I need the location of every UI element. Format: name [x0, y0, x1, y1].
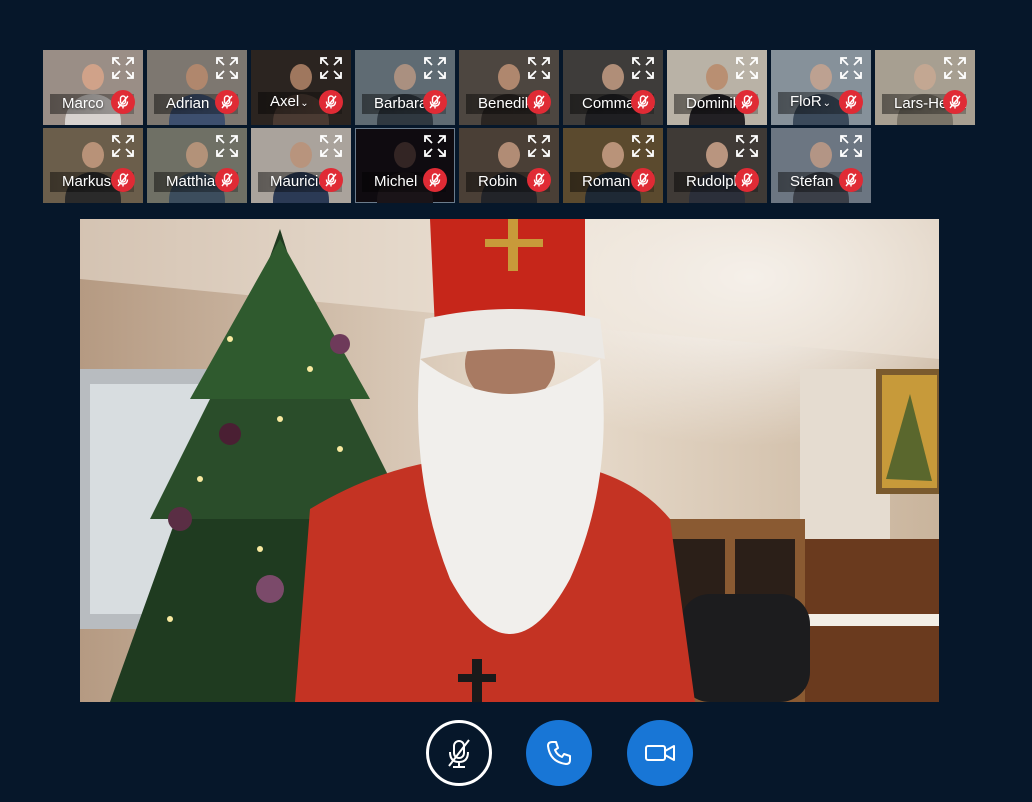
- participant-name-text: Axel: [270, 93, 300, 110]
- mute-microphone-button[interactable]: [426, 720, 492, 786]
- video-conference-app: MarcoAdrianAxel⌄BarbaraBenediktCommander…: [0, 0, 1032, 802]
- participant-tile[interactable]: Dominik: [667, 50, 767, 125]
- participant-face: [706, 142, 728, 168]
- participant-face: [394, 64, 416, 90]
- expand-icon[interactable]: [422, 55, 448, 81]
- participant-tile[interactable]: Marco: [43, 50, 143, 125]
- participant-name-text: Roman: [582, 173, 631, 190]
- participant-tile[interactable]: Axel⌄: [251, 50, 351, 125]
- participant-name-text: Marco: [62, 95, 104, 112]
- participant-face: [290, 142, 312, 168]
- participant-face: [810, 142, 832, 168]
- call-controls: [0, 720, 1032, 786]
- video-camera-icon: [645, 745, 675, 761]
- participant-face: [186, 142, 208, 168]
- microphone-muted-icon: [735, 90, 759, 114]
- participant-tile[interactable]: Mauricio: [251, 128, 351, 203]
- participant-name-text: Stefan: [790, 173, 834, 190]
- microphone-muted-icon: [111, 90, 135, 114]
- participant-name-text: Adrian: [166, 95, 210, 112]
- participant-face: [498, 142, 520, 168]
- microphone-muted-icon: [319, 168, 343, 192]
- microphone-muted-icon: [527, 90, 551, 114]
- participant-row: MarcoAdrianAxel⌄BarbaraBenediktCommander…: [43, 50, 979, 125]
- expand-icon[interactable]: [318, 133, 344, 159]
- microphone-muted-icon: [839, 90, 863, 114]
- participant-tile[interactable]: Lars-Hendrik: [875, 50, 975, 125]
- main-speaker-video[interactable]: [80, 219, 939, 702]
- participant-name-text: Rudolph: [686, 173, 742, 190]
- participant-face: [82, 64, 104, 90]
- participant-name-text: Markus: [62, 173, 112, 190]
- participant-tile[interactable]: FloR⌄: [771, 50, 871, 125]
- microphone-muted-icon: [111, 168, 135, 192]
- participant-face: [810, 64, 832, 90]
- expand-icon[interactable]: [942, 55, 968, 81]
- participant-face: [914, 64, 936, 90]
- participant-name-text: FloR: [790, 93, 822, 110]
- expand-icon[interactable]: [630, 133, 656, 159]
- participant-face: [602, 142, 624, 168]
- participant-tile[interactable]: Adrian: [147, 50, 247, 125]
- microphone-muted-icon: [631, 168, 655, 192]
- participant-face: [290, 64, 312, 90]
- participant-tile[interactable]: Rudolph: [667, 128, 767, 203]
- participant-face: [706, 64, 728, 90]
- microphone-muted-icon: [215, 168, 239, 192]
- leave-call-button[interactable]: [526, 720, 592, 786]
- participant-tile[interactable]: Roman: [563, 128, 663, 203]
- expand-icon[interactable]: [110, 133, 136, 159]
- participant-face: [498, 64, 520, 90]
- microphone-muted-icon: [215, 90, 239, 114]
- participant-tile[interactable]: Markus: [43, 128, 143, 203]
- expand-icon[interactable]: [734, 133, 760, 159]
- expand-icon[interactable]: [526, 55, 552, 81]
- participant-strip: MarcoAdrianAxel⌄BarbaraBenediktCommander…: [43, 50, 979, 206]
- participant-name-text: Dominik: [686, 95, 741, 112]
- speaker-video-frame: [80, 219, 939, 702]
- participant-name-text: Barbara: [374, 95, 428, 112]
- participant-tile[interactable]: Stefan: [771, 128, 871, 203]
- expand-icon[interactable]: [734, 55, 760, 81]
- participant-name-text: Robin: [478, 173, 518, 190]
- expand-icon[interactable]: [526, 133, 552, 159]
- microphone-off-icon: [448, 739, 470, 768]
- participant-face: [82, 142, 104, 168]
- participant-tile[interactable]: Barbara: [355, 50, 455, 125]
- microphone-muted-icon: [423, 90, 447, 114]
- participant-tile[interactable]: Michel: [355, 128, 455, 203]
- microphone-muted-icon: [631, 90, 655, 114]
- microphone-muted-icon: [839, 168, 863, 192]
- participant-name-text: Michel: [374, 173, 418, 190]
- microphone-muted-icon: [527, 168, 551, 192]
- expand-icon[interactable]: [838, 133, 864, 159]
- toggle-camera-button[interactable]: [627, 720, 693, 786]
- microphone-muted-icon: [943, 90, 967, 114]
- participant-face: [186, 64, 208, 90]
- microphone-muted-icon: [423, 168, 447, 192]
- participant-tile[interactable]: Matthias: [147, 128, 247, 203]
- chevron-down-icon[interactable]: ⌄: [823, 98, 831, 109]
- participant-tile[interactable]: Commander: [563, 50, 663, 125]
- expand-icon[interactable]: [838, 55, 864, 81]
- participant-face: [602, 64, 624, 90]
- phone-icon: [547, 741, 571, 765]
- expand-icon[interactable]: [422, 133, 448, 159]
- participant-tile[interactable]: Benedikt: [459, 50, 559, 125]
- expand-icon[interactable]: [318, 55, 344, 81]
- expand-icon[interactable]: [110, 55, 136, 81]
- participant-row: Markus Matthias Mauricio Michel Robin Roman Ru…: [43, 128, 979, 203]
- chevron-down-icon[interactable]: ⌄: [300, 98, 308, 109]
- participant-tile[interactable]: Robin: [459, 128, 559, 203]
- microphone-muted-icon: [319, 90, 343, 114]
- expand-icon[interactable]: [630, 55, 656, 81]
- participant-face: [394, 142, 416, 168]
- microphone-muted-icon: [735, 168, 759, 192]
- expand-icon[interactable]: [214, 133, 240, 159]
- expand-icon[interactable]: [214, 55, 240, 81]
